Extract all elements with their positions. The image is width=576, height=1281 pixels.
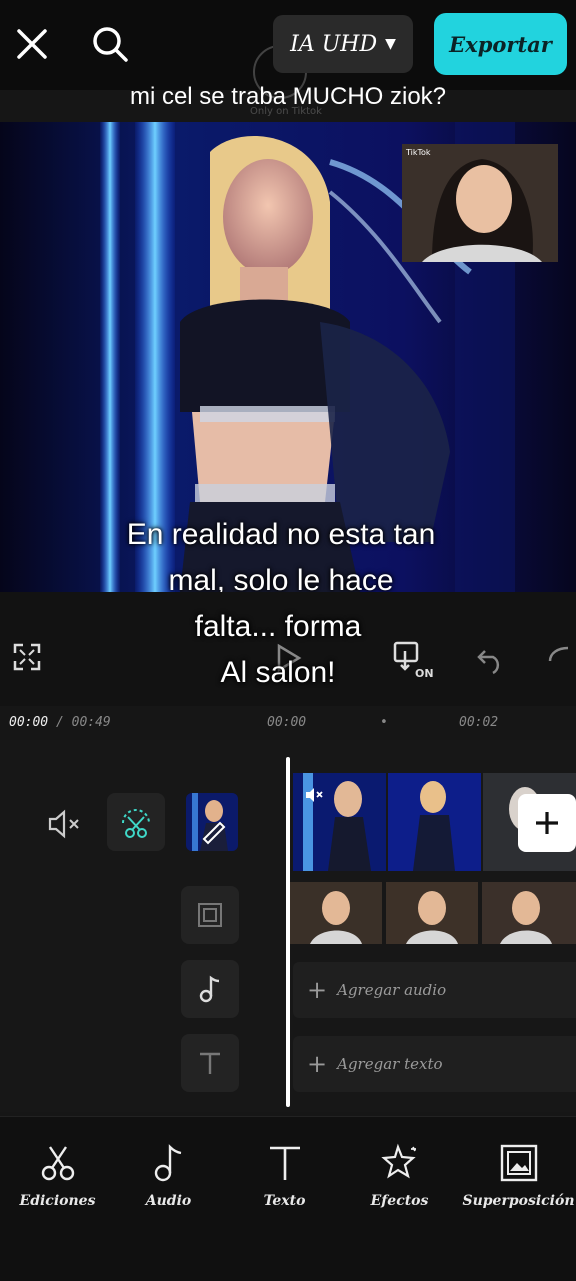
- text-icon: [200, 1052, 220, 1074]
- effects-star-icon: [380, 1143, 416, 1179]
- mute-clip-icon: [303, 784, 325, 806]
- undo-icon[interactable]: [472, 640, 510, 678]
- nav-ediciones[interactable]: Ediciones: [0, 1143, 115, 1209]
- add-text-label: Agregar texto: [337, 1055, 443, 1073]
- add-audio-lane[interactable]: + Agregar audio: [293, 962, 576, 1018]
- search-icon[interactable]: [86, 20, 134, 68]
- overlay-line-1: En realidad no esta tan: [126, 518, 436, 551]
- nav-label: Efectos: [370, 1193, 429, 1209]
- add-clip-button[interactable]: [518, 794, 576, 852]
- current-time: 00:00: [9, 715, 49, 730]
- plus-icon: +: [307, 1050, 328, 1078]
- text-track-button[interactable]: [181, 1034, 239, 1092]
- overlay-video-track[interactable]: [290, 882, 576, 944]
- overlay-track-button[interactable]: [181, 886, 239, 944]
- nav-label: Texto: [263, 1193, 306, 1209]
- add-text-lane[interactable]: + Agregar texto: [293, 1036, 576, 1092]
- svg-text:ON: ON: [415, 667, 434, 680]
- smart-cut-button[interactable]: [107, 793, 165, 851]
- cover-thumbnail[interactable]: [186, 793, 238, 851]
- top-caption: mi cel se traba MUCHO ziok?: [129, 83, 447, 110]
- resolution-label: IA UHD: [290, 31, 378, 57]
- chevron-down-icon: ▼: [385, 36, 396, 52]
- overlay-image-icon: [198, 903, 222, 927]
- pip-video[interactable]: TikTok: [402, 144, 558, 262]
- pip-badge: TikTok: [406, 148, 431, 157]
- export-button[interactable]: Exportar: [434, 13, 567, 75]
- nav-label: Superposición: [462, 1193, 575, 1209]
- overlay-image-icon: [500, 1144, 537, 1182]
- nav-superposicion[interactable]: Superposición: [461, 1143, 576, 1209]
- nav-texto[interactable]: Texto: [227, 1143, 342, 1209]
- total-time: 00:49: [71, 715, 111, 730]
- ruler-mark-2: 00:02: [459, 715, 499, 730]
- keyframe-on-icon[interactable]: ON: [390, 638, 438, 682]
- overlay-track-frames: [290, 882, 576, 944]
- playhead[interactable]: [286, 757, 290, 1107]
- nav-label: Audio: [145, 1193, 192, 1209]
- nav-efectos[interactable]: Efectos: [342, 1143, 457, 1209]
- time-separator: /: [55, 715, 64, 730]
- mute-icon[interactable]: [44, 804, 84, 844]
- time-readout: 00:00 / 00:49: [9, 715, 111, 730]
- scissors-icon: [41, 1146, 74, 1181]
- close-icon[interactable]: [10, 22, 54, 66]
- ruler-mark-1: •: [380, 715, 388, 730]
- text-icon: [269, 1146, 300, 1180]
- ruler-mark-0: 00:00: [267, 715, 307, 730]
- audio-track-button[interactable]: [181, 960, 239, 1018]
- smart-scissors-icon: [122, 809, 150, 838]
- nav-label: Ediciones: [19, 1193, 96, 1209]
- cover-edit-icon: [186, 793, 238, 851]
- plus-icon: [536, 812, 558, 834]
- nav-audio[interactable]: Audio: [111, 1143, 226, 1209]
- music-note-icon: [154, 1144, 181, 1182]
- pip-frame-art: [402, 144, 558, 262]
- overlay-line-3: falta... forma: [194, 610, 362, 643]
- resolution-dropdown[interactable]: IA UHD ▼: [273, 15, 413, 73]
- music-note-icon: [199, 975, 220, 1003]
- add-audio-label: Agregar audio: [337, 981, 447, 999]
- plus-icon: +: [307, 976, 328, 1004]
- redo-icon[interactable]: [544, 640, 576, 678]
